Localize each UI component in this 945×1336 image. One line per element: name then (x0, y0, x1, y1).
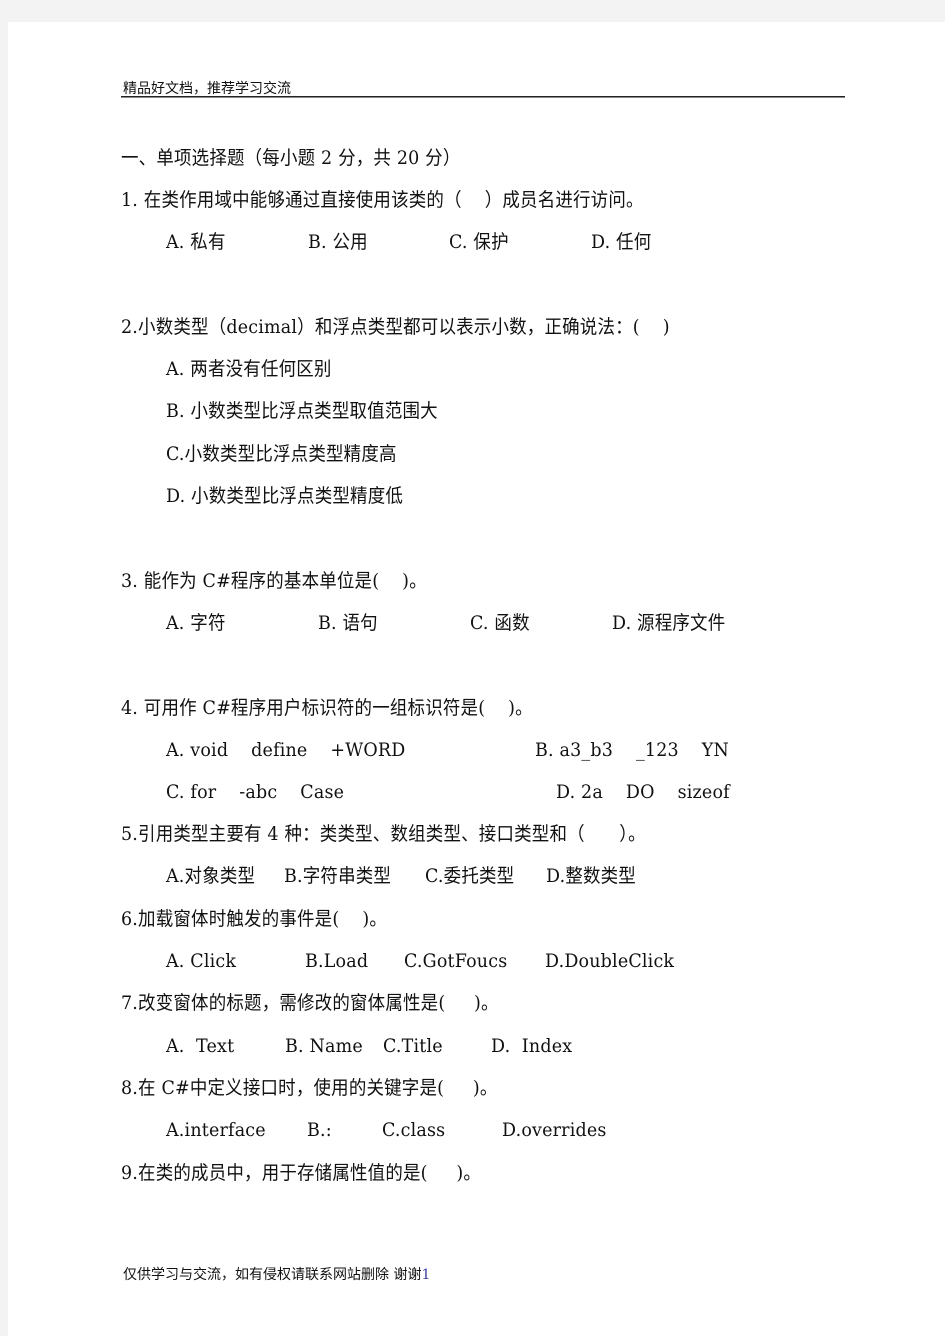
question-7-option-c: C.Title (383, 1035, 443, 1057)
question-9-stem: 9.在类的成员中，用于存储属性值的是( )。 (121, 1162, 482, 1184)
page-header: 精品好文档，推荐学习交流 (123, 81, 291, 97)
question-3-option-c: C. 函数 (470, 612, 530, 634)
question-2-option-b: B. 小数类型比浮点类型取值范围大 (166, 400, 438, 422)
footer-notice: 仅供学习与交流，如有侵权请联系网站删除 谢谢 (123, 1267, 422, 1283)
question-8-stem: 8.在 C#中定义接口时，使用的关键字是( )。 (121, 1077, 498, 1099)
question-4-option-d: D. 2a DO sizeof (556, 781, 730, 803)
question-5-option-b: B.字符串类型 (284, 865, 392, 887)
question-4-stem: 4. 可用作 C#程序用户标识符的一组标识符是( )。 (121, 697, 533, 719)
question-6-option-b: B.Load (305, 950, 369, 972)
header-divider (121, 96, 845, 98)
question-8-option-b: B.: (307, 1119, 332, 1141)
question-4-option-b: B. a3_b3 _123 YN (535, 739, 729, 761)
question-1-option-c: C. 保护 (449, 231, 509, 253)
question-5-stem: 5.引用类型主要有 4 种：类类型、数组类型、接口类型和（ ）。 (121, 823, 646, 845)
question-7-option-a: A. Text (166, 1035, 235, 1057)
question-5-option-c: C.委托类型 (425, 865, 515, 887)
question-8-option-a: A.interface (166, 1119, 266, 1141)
question-8-option-d: D.overrides (502, 1119, 607, 1141)
question-2-option-c: C.小数类型比浮点类型精度高 (166, 443, 397, 465)
question-6-option-a: A. Click (166, 950, 237, 972)
question-8-option-c: C.class (382, 1119, 446, 1141)
question-4-option-c: C. for -abc Case (166, 781, 345, 803)
question-2-option-a: A. 两者没有任何区别 (166, 358, 332, 380)
question-1-option-a: A. 私有 (166, 231, 226, 253)
question-3-option-a: A. 字符 (166, 612, 226, 634)
question-6-option-c: C.GotFoucs (404, 950, 508, 972)
question-1-option-b: B. 公用 (308, 231, 368, 253)
question-1-stem: 1. 在类作用域中能够通过直接使用该类的（ ）成员名进行访问。 (121, 189, 644, 211)
question-2-stem: 2.小数类型（decimal）和浮点类型都可以表示小数，正确说法：( ) (121, 316, 670, 338)
question-7-stem: 7.改变窗体的标题，需修改的窗体属性是( )。 (121, 992, 499, 1014)
question-3-option-d: D. 源程序文件 (612, 612, 726, 634)
question-5-option-a: A.对象类型 (166, 865, 256, 887)
document-page: 精品好文档，推荐学习交流 一、单项选择题（每小题 2 分，共 20 分） 1. … (8, 22, 945, 1336)
page-number: 1 (421, 1267, 431, 1283)
question-4-option-a: A. void define +WORD (166, 739, 406, 761)
question-7-option-d: D. Index (491, 1035, 573, 1057)
question-6-stem: 6.加载窗体时触发的事件是( )。 (121, 908, 387, 930)
question-1-option-d: D. 任何 (591, 231, 652, 253)
question-7-option-b: B. Name (285, 1035, 363, 1057)
question-6-option-d: D.DoubleClick (545, 950, 675, 972)
question-2-option-d: D. 小数类型比浮点类型精度低 (166, 485, 404, 507)
page-footer: 仅供学习与交流，如有侵权请联系网站删除 谢谢1 (123, 1264, 430, 1284)
section-title: 一、单项选择题（每小题 2 分，共 20 分） (121, 147, 461, 169)
question-5-option-d: D.整数类型 (546, 865, 636, 887)
question-3-stem: 3. 能作为 C#程序的基本单位是( )。 (121, 570, 427, 592)
question-3-option-b: B. 语句 (318, 612, 378, 634)
